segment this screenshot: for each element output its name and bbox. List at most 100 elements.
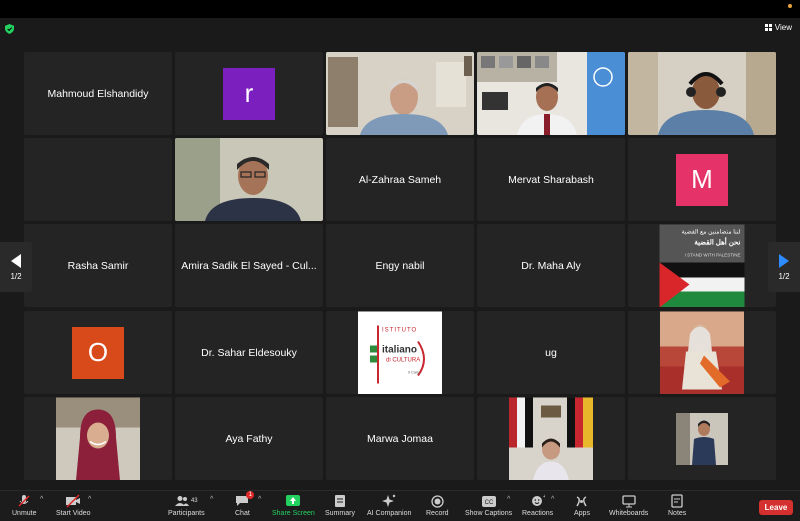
start-video-button[interactable]: Start Video xyxy=(56,494,91,517)
leave-button[interactable]: Leave xyxy=(759,500,793,515)
participant-tile[interactable] xyxy=(628,311,776,394)
record-button[interactable]: Record xyxy=(426,494,449,517)
participants-label: Participants xyxy=(168,510,205,517)
chat-button[interactable]: 1 Chat xyxy=(235,491,255,517)
participant-tile[interactable] xyxy=(628,52,776,135)
ai-companion-button[interactable]: AI Companion xyxy=(367,494,411,517)
notes-icon xyxy=(671,494,683,508)
participant-tile[interactable]: Dr. Maha Aly xyxy=(477,224,625,307)
participant-tile[interactable]: Aya Fathy xyxy=(175,397,323,480)
status-dot xyxy=(788,4,792,8)
whiteboards-button[interactable]: Whiteboards xyxy=(609,494,648,517)
participant-tile[interactable] xyxy=(477,397,625,480)
participants-options-chevron-icon[interactable]: ^ xyxy=(210,496,213,503)
participants-icon: 43 xyxy=(174,494,198,508)
solidarity-text-line1: لننا متضامنين مع القضية xyxy=(681,229,741,235)
solidarity-text-line2: نحن أهل القضية xyxy=(694,239,741,246)
summary-label: Summary xyxy=(325,510,355,517)
logo-text-line1: ISTITUTO xyxy=(382,327,418,333)
next-page-button[interactable]: 1/2 xyxy=(768,242,800,292)
avatar: O xyxy=(72,326,124,379)
camera-off-icon xyxy=(65,494,81,508)
participant-tile[interactable]: Marwa Jomaa xyxy=(326,397,474,480)
view-label: View xyxy=(774,23,792,32)
captions-icon: CC xyxy=(481,494,496,508)
show-captions-label: Show Captions xyxy=(465,510,513,517)
meeting-toolbar: Unmute ^ Start Video ^ 43 Participants ^… xyxy=(0,490,800,521)
share-screen-icon xyxy=(286,494,301,508)
notes-button[interactable]: Notes xyxy=(668,494,686,517)
video-feed-man-office xyxy=(326,52,474,135)
ai-companion-label: AI Companion xyxy=(367,510,412,517)
captions-options-chevron-icon[interactable]: ^ xyxy=(507,496,510,503)
notes-label: Notes xyxy=(668,510,687,517)
unmute-button[interactable]: Unmute xyxy=(12,494,37,517)
arrow-right-icon xyxy=(779,253,789,268)
participant-tile[interactable]: Rasha Samir xyxy=(24,224,172,307)
sparkle-icon xyxy=(382,494,396,508)
reactions-options-chevron-icon[interactable]: ^ xyxy=(551,496,554,503)
participant-name: Marwa Jomaa xyxy=(367,432,433,445)
chat-options-chevron-icon[interactable]: ^ xyxy=(258,496,261,503)
participant-tile[interactable] xyxy=(628,397,776,480)
participant-tile[interactable] xyxy=(175,138,323,221)
logo-text-line2: italiano xyxy=(382,344,418,355)
video-options-chevron-icon[interactable]: ^ xyxy=(88,496,91,503)
participants-button[interactable]: 43 Participants xyxy=(168,494,205,517)
chat-label: Chat xyxy=(235,510,250,517)
reaction-icon: + xyxy=(531,494,545,508)
apps-icon xyxy=(575,494,588,508)
show-captions-button[interactable]: CC Show Captions xyxy=(465,494,512,517)
page-indicator-right: 1/2 xyxy=(778,271,790,281)
view-button[interactable]: View xyxy=(764,23,792,32)
participant-tile[interactable]: Engy nabil xyxy=(326,224,474,307)
chat-icon: 1 xyxy=(235,491,255,508)
participant-name: Engy nabil xyxy=(375,259,425,272)
record-label: Record xyxy=(426,510,449,517)
grid-icon xyxy=(764,24,772,31)
logo-text-line4: il Cairo xyxy=(408,369,421,374)
apps-button[interactable]: Apps xyxy=(574,494,590,517)
participant-tile[interactable]: Al-Zahraa Sameh xyxy=(326,138,474,221)
video-feed-man-un-flag xyxy=(477,52,625,135)
previous-page-button[interactable]: 1/2 xyxy=(0,242,32,292)
microphone-muted-icon xyxy=(17,494,31,508)
participant-name: Dr. Sahar Eldesouky xyxy=(201,346,297,359)
reactions-label: Reactions xyxy=(522,510,554,517)
participant-name: Al-Zahraa Sameh xyxy=(358,173,442,186)
participant-tile[interactable]: Mervat Sharabash xyxy=(477,138,625,221)
participant-tile[interactable]: Dr. Sahar Eldesouky xyxy=(175,311,323,394)
video-feed-man-headset xyxy=(628,52,776,135)
record-icon xyxy=(431,494,444,508)
avatar: r xyxy=(223,67,275,120)
apps-label: Apps xyxy=(574,510,590,517)
istituto-italiano-logo: ISTITUTO italiano di CULTURA il Cairo xyxy=(358,311,442,394)
participant-tile[interactable]: Mahmoud Elshandidy xyxy=(24,52,172,135)
whiteboards-label: Whiteboards xyxy=(609,510,649,517)
participant-tile[interactable] xyxy=(24,138,172,221)
share-screen-label: Share Screen xyxy=(272,510,315,517)
reactions-button[interactable]: + Reactions xyxy=(522,494,553,517)
profile-picture-woman-red xyxy=(660,311,744,394)
summary-button[interactable]: Summary xyxy=(325,494,355,517)
participant-tile[interactable]: ISTITUTO italiano di CULTURA il Cairo xyxy=(326,311,474,394)
start-video-label: Start Video xyxy=(56,510,91,517)
participant-tile[interactable]: r xyxy=(175,52,323,135)
security-shield-icon xyxy=(5,24,14,34)
participant-name: Aya Fathy xyxy=(225,432,273,445)
participant-name: Amira Sadik El Sayed - Cul... xyxy=(181,259,317,272)
audio-options-chevron-icon[interactable]: ^ xyxy=(40,496,43,503)
profile-picture-man-suit xyxy=(676,412,728,465)
participant-tile-speaking[interactable] xyxy=(326,52,474,135)
participant-count: 43 xyxy=(190,498,198,504)
participant-tile[interactable]: O xyxy=(24,311,172,394)
profile-picture-woman-hijab xyxy=(56,397,140,480)
participant-tile[interactable] xyxy=(477,52,625,135)
share-screen-button[interactable]: Share Screen xyxy=(272,494,315,517)
participant-tile[interactable]: لننا متضامنين مع القضية نحن أهل القضية I… xyxy=(628,224,776,307)
participant-tile[interactable]: Amira Sadik El Sayed - Cul... xyxy=(175,224,323,307)
profile-picture-woman-flags xyxy=(509,397,593,480)
participant-tile[interactable]: ug xyxy=(477,311,625,394)
participant-tile[interactable] xyxy=(24,397,172,480)
participant-tile[interactable]: M xyxy=(628,138,776,221)
